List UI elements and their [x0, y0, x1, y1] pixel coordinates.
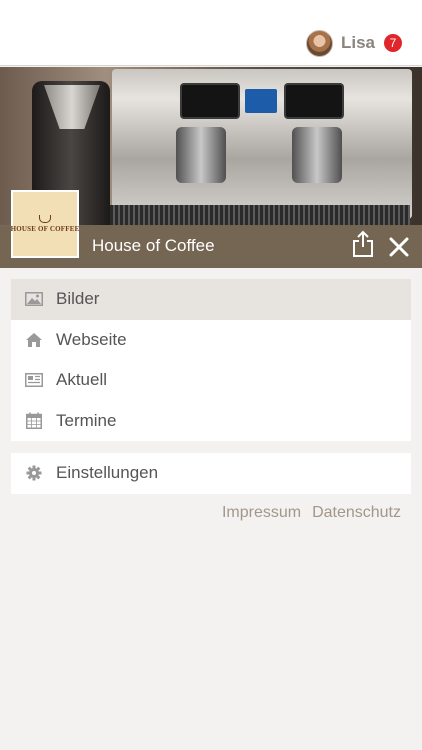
menu-item-label: Bilder — [56, 289, 100, 309]
top-bar: Lisa 7 — [0, 0, 422, 66]
menu-item-label: Webseite — [56, 329, 127, 349]
group-head-left — [176, 127, 226, 183]
logo-text: HOUSE OF COFFEE — [10, 225, 80, 233]
brand-title: House of Coffee — [92, 236, 215, 255]
group-head-right — [292, 127, 342, 183]
menu-item-termine[interactable]: Termine — [11, 401, 411, 442]
share-icon — [353, 230, 373, 257]
gear-icon — [25, 464, 43, 482]
machine-panel-left — [180, 83, 240, 119]
user-profile[interactable]: Lisa 7 — [305, 29, 402, 57]
impressum-link[interactable]: Impressum — [222, 504, 301, 522]
footer-links: Impressum Datenschutz — [222, 504, 401, 522]
menu-item-label: Einstellungen — [56, 463, 159, 483]
home-icon — [25, 331, 43, 349]
menu-item-aktuell[interactable]: Aktuell — [11, 360, 411, 401]
settings-list: Einstellungen — [11, 453, 411, 494]
image-icon — [25, 290, 43, 308]
menu-item-label: Aktuell — [56, 370, 108, 390]
datenschutz-link[interactable]: Datenschutz — [312, 504, 401, 522]
machine-display — [245, 89, 277, 113]
newspaper-icon — [25, 371, 43, 389]
share-button[interactable] — [351, 230, 375, 258]
coffee-cup-icon — [39, 215, 51, 223]
menu-item-bilder[interactable]: Bilder — [11, 279, 411, 320]
close-button[interactable] — [388, 236, 410, 258]
menu-item-label: Termine — [56, 410, 117, 430]
drip-tray — [110, 205, 410, 227]
menu-item-webseite[interactable]: Webseite — [11, 320, 411, 361]
brand-logo: HOUSE OF COFFEE — [11, 190, 79, 258]
machine-panel-right — [284, 83, 344, 119]
menu-item-einstellungen[interactable]: Einstellungen — [11, 453, 411, 494]
menu-list: Bilder Webseite Aktuell Termine — [11, 279, 411, 441]
notification-badge[interactable]: 7 — [384, 34, 402, 52]
close-icon — [389, 237, 409, 257]
username[interactable]: Lisa — [341, 33, 375, 53]
calendar-icon — [25, 412, 43, 430]
avatar[interactable] — [305, 29, 333, 57]
